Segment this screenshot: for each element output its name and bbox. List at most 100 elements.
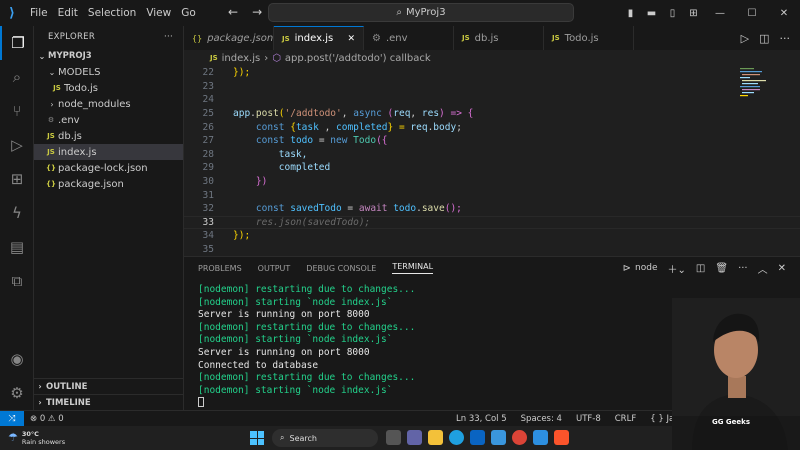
js-file-icon: JS [552,34,560,42]
menu-selection[interactable]: Selection [88,7,136,19]
task-view-icon[interactable] [386,430,401,445]
tab-output[interactable]: OUTPUT [258,264,291,273]
tree-file-index[interactable]: JS index.js [34,144,183,160]
split-editor-icon[interactable]: ◫ [759,32,769,45]
folder-label: MODELS [58,66,101,78]
remote-indicator-icon[interactable]: ⤨ [0,410,24,427]
breadcrumb-file[interactable]: index.js [222,53,261,64]
chrome-icon[interactable] [512,430,527,445]
editor-tabs: {} package.json JS index.js ✕ ⚙ .env JS … [184,26,800,50]
json-file-icon: {} [46,164,56,172]
problems-count[interactable]: ⊗ 0 ⚠ 0 [30,414,64,424]
webcam-overlay: GG Geeks [672,298,800,450]
testing-icon[interactable]: ▤ [0,230,34,264]
teams-icon[interactable] [407,430,422,445]
tab-index-js[interactable]: JS index.js ✕ [274,26,364,50]
breadcrumb-symbol[interactable]: app.post('/addtodo') callback [285,53,431,64]
file-explorer-icon[interactable] [428,430,443,445]
more-actions-icon[interactable]: ··· [164,32,173,42]
tab-db-js[interactable]: JS db.js [454,26,544,50]
close-icon[interactable]: ✕ [768,8,800,19]
trash-icon[interactable]: 🗑 [715,263,728,274]
file-label: package-lock.json [58,162,148,174]
outlook-icon[interactable] [470,430,485,445]
tree-file-package-lock[interactable]: {} package-lock.json [34,160,183,176]
tab-todo-js[interactable]: JS Todo.js [544,26,634,50]
brave-icon[interactable] [554,430,569,445]
code-line: 23 [184,80,800,94]
close-panel-icon[interactable]: ✕ [778,263,786,274]
command-center-search[interactable]: ⌕ MyProj3 [268,3,574,22]
remote-explorer-icon[interactable]: ⧉ [0,264,34,298]
manage-gear-icon[interactable]: ⚙ [0,376,34,410]
run-debug-icon[interactable]: ▷ [0,128,34,162]
timeline-section[interactable]: › TIMELINE [34,394,184,410]
timeline-label: TIMELINE [46,397,91,408]
outline-section[interactable]: › OUTLINE [34,378,184,394]
line-number: 30 [202,176,214,188]
chevron-down-icon: ⌄ [48,67,56,77]
windows-start-icon[interactable] [250,431,264,445]
project-folder[interactable]: ⌄ MYPROJ3 [34,48,183,64]
more-actions-icon[interactable]: ··· [780,32,791,45]
terminal-shell-name[interactable]: node [635,263,657,273]
tab-problems[interactable]: PROBLEMS [198,264,242,273]
minimap[interactable] [738,66,786,106]
tree-file-env[interactable]: ⚙ .env [34,112,183,128]
menu-go[interactable]: Go [181,7,196,19]
maximize-icon[interactable]: ☐ [736,8,768,19]
tab-debug-console[interactable]: DEBUG CONSOLE [306,264,376,273]
menu-edit[interactable]: Edit [58,7,78,19]
tree-folder-node-modules[interactable]: › node_modules [34,96,183,112]
tree-file-db[interactable]: JS db.js [34,128,183,144]
explorer-sidebar: EXPLORER ··· ⌄ MYPROJ3 ⌄ MODELS JS Todo.… [34,26,184,410]
taskbar-search[interactable]: ⌕ Search [272,429,378,447]
code-line: 22}); [184,66,800,80]
back-arrow-icon[interactable]: ← [228,5,238,19]
outline-label: OUTLINE [46,381,88,392]
toggle-secondary-sidebar-icon[interactable]: ▯ [662,8,683,19]
geeks-watermark: GG Geeks [712,418,750,426]
tab-package-json[interactable]: {} package.json [184,26,274,50]
store-icon[interactable] [491,430,506,445]
line-number: 31 [202,189,214,201]
indentation[interactable]: Spaces: 4 [521,414,562,424]
new-terminal-icon[interactable]: ＋⌄ [668,261,686,276]
maximize-panel-icon[interactable]: ︿ [758,261,768,276]
explorer-icon[interactable]: ❐ [0,26,34,60]
tree-file-package[interactable]: {} package.json [34,176,183,192]
minimize-icon[interactable]: — [704,8,736,19]
code-text: task, [278,148,308,160]
accounts-icon[interactable]: ◉ [0,342,34,376]
tab-terminal[interactable]: TERMINAL [392,262,434,274]
more-actions-icon[interactable]: ··· [738,263,748,274]
vscode-taskbar-icon[interactable] [533,430,548,445]
line-ending[interactable]: CRLF [615,414,636,424]
menu-view[interactable]: View [146,7,171,19]
source-control-icon[interactable]: ⑂ [0,94,34,128]
tree-folder-models[interactable]: ⌄ MODELS [34,64,183,80]
split-terminal-icon[interactable]: ◫ [696,263,705,274]
code-line: 35 [184,243,800,257]
run-icon[interactable]: ▷ [741,32,749,45]
encoding[interactable]: UTF-8 [576,414,601,424]
rain-cloud-icon: ☂ [8,431,18,444]
forward-arrow-icon[interactable]: → [252,5,262,19]
tree-file-todo[interactable]: JS Todo.js [34,80,183,96]
menu-file[interactable]: File [30,7,48,19]
weather-widget[interactable]: ☂ 30°C Rain showers [0,430,65,446]
tab-env[interactable]: ⚙ .env [364,26,454,50]
js-file-icon: JS [47,148,55,156]
code-editor[interactable]: 22}); 23 24 25 app.post('/addtodo', async… [184,66,800,256]
extensions-icon[interactable]: ⊞ [0,162,34,196]
edge-icon[interactable] [449,430,464,445]
thunder-client-icon[interactable]: ϟ [0,196,34,230]
search-view-icon[interactable]: ⌕ [0,60,34,94]
function-icon: ⬡ [272,52,281,64]
close-tab-icon[interactable]: ✕ [347,34,355,44]
cursor-position[interactable]: Ln 33, Col 5 [456,414,507,424]
toggle-panel-icon[interactable]: ▬ [641,8,662,19]
code-line-current: 33 res.json(savedTodo); [184,215,800,230]
toggle-sidebar-icon[interactable]: ▮ [620,8,641,19]
customize-layout-icon[interactable]: ⊞ [683,8,704,19]
